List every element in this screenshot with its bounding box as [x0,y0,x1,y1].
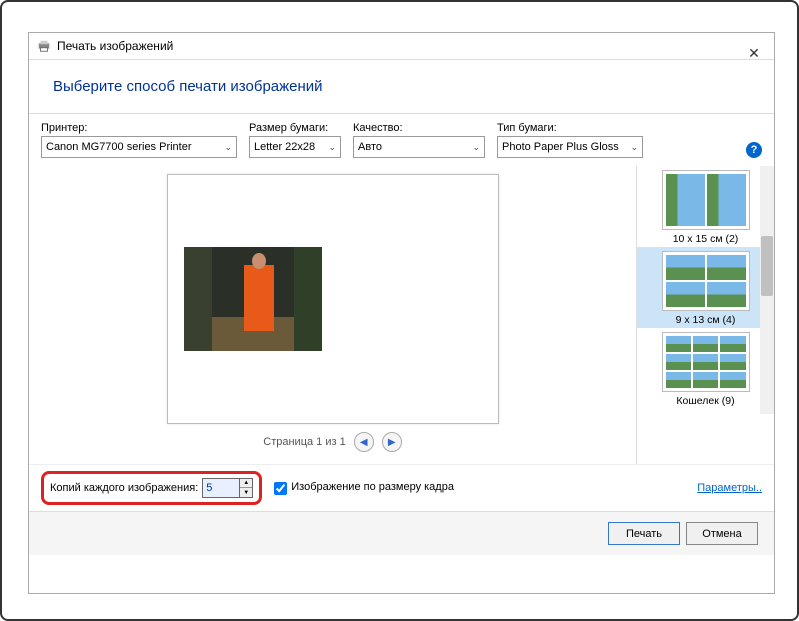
paper-size-select[interactable]: Letter 22x28⌄ [249,136,341,158]
fit-label: Изображение по размеру кадра [291,481,454,494]
copies-label: Копий каждого изображения: [50,482,198,494]
layout-item-wallet[interactable]: Кошелек (9) [637,328,774,409]
copies-up-button[interactable]: ▲ [240,479,252,488]
chevron-down-icon: ⌄ [224,142,232,153]
preview-photo [184,247,322,351]
fit-checkbox[interactable] [274,482,287,495]
printer-select[interactable]: Canon MG7700 series Printer⌄ [41,136,237,158]
page-header: Выберите способ печати изображений [53,78,750,95]
printer-label: Принтер: [41,122,237,134]
layout-list: 10 x 15 см (2) 9 x 13 см (4) Кошелек (9) [636,166,774,464]
paper-type-select[interactable]: Photo Paper Plus Gloss⌄ [497,136,643,158]
print-button[interactable]: Печать [608,522,680,545]
chevron-down-icon: ⌄ [472,142,480,153]
preview-area: Страница 1 из 1 ◀ ▶ [29,166,636,464]
layout-item-10x15[interactable]: 10 x 15 см (2) [637,166,774,247]
parameters-link[interactable]: Параметры.. [697,482,762,494]
quality-label: Качество: [353,122,485,134]
chevron-down-icon: ⌄ [328,142,336,153]
quality-select[interactable]: Авто⌄ [353,136,485,158]
prev-page-button[interactable]: ◀ [354,432,374,452]
printer-icon [37,39,51,53]
next-page-button[interactable]: ▶ [382,432,402,452]
pager-text: Страница 1 из 1 [263,436,345,448]
paper-size-label: Размер бумаги: [249,122,341,134]
window-title: Печать изображений [57,39,173,53]
cancel-button[interactable]: Отмена [686,522,758,545]
paper-type-label: Тип бумаги: [497,122,643,134]
copies-spinner[interactable]: ▲ ▼ [202,478,253,498]
copies-highlight: Копий каждого изображения: ▲ ▼ [41,471,262,505]
close-button[interactable]: ✕ [744,43,764,63]
help-icon[interactable]: ? [746,142,762,158]
chevron-down-icon: ⌄ [630,142,638,153]
copies-down-button[interactable]: ▼ [240,488,252,497]
layout-scrollbar[interactable] [760,166,774,414]
copies-input[interactable] [203,479,239,497]
preview-page [167,174,499,424]
titlebar: Печать изображений [29,33,774,59]
layout-item-9x13[interactable]: 9 x 13 см (4) [637,247,774,328]
